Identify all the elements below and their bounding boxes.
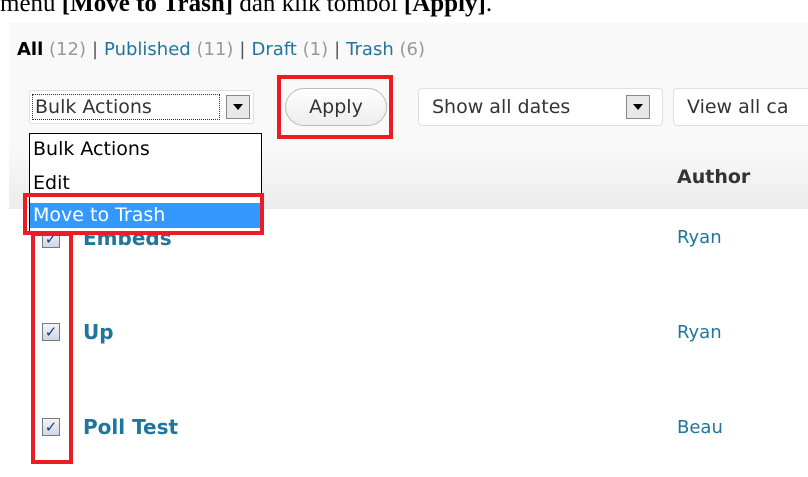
categories-select[interactable]: View all ca xyxy=(673,88,808,126)
bulk-actions-value: Bulk Actions xyxy=(32,94,220,120)
table-row xyxy=(9,305,808,402)
chevron-down-icon[interactable] xyxy=(226,95,250,119)
bulk-actions-select[interactable]: Bulk Actions xyxy=(29,90,254,124)
filter-draft[interactable]: Draft xyxy=(251,39,296,60)
column-header-author[interactable]: Author xyxy=(677,166,750,188)
checkbox-column-highlight-box xyxy=(31,232,73,464)
chevron-down-icon[interactable] xyxy=(626,95,650,119)
categories-select-value: View all ca xyxy=(687,96,789,118)
filter-draft-count: (1) xyxy=(302,39,329,60)
table-row xyxy=(9,401,808,477)
post-title-link[interactable]: Up xyxy=(83,320,114,344)
apply-highlight-box xyxy=(277,75,393,139)
instruction-text: menu [Move to Trash] dan klik tombol [Ap… xyxy=(0,0,493,17)
post-author-link[interactable]: Ryan xyxy=(677,227,722,248)
filter-trash-count: (6) xyxy=(399,39,425,60)
filter-all[interactable]: All xyxy=(17,39,43,60)
bulk-option-bulk-actions[interactable]: Bulk Actions xyxy=(30,137,261,162)
dates-select[interactable]: Show all dates xyxy=(418,88,663,126)
post-author-link[interactable]: Ryan xyxy=(677,322,722,343)
filter-all-count: (12) xyxy=(49,39,86,60)
move-to-trash-highlight-box xyxy=(23,193,264,235)
filter-trash[interactable]: Trash xyxy=(346,39,394,60)
post-status-filters: All (12) | Published (11) | Draft (1) | Trash … xyxy=(17,39,425,60)
dates-select-value: Show all dates xyxy=(432,96,571,118)
post-title-link[interactable]: Poll Test xyxy=(83,415,178,439)
post-author-link[interactable]: Beau xyxy=(677,417,723,438)
filter-published-count: (11) xyxy=(196,39,234,60)
filter-published[interactable]: Published xyxy=(104,39,191,60)
